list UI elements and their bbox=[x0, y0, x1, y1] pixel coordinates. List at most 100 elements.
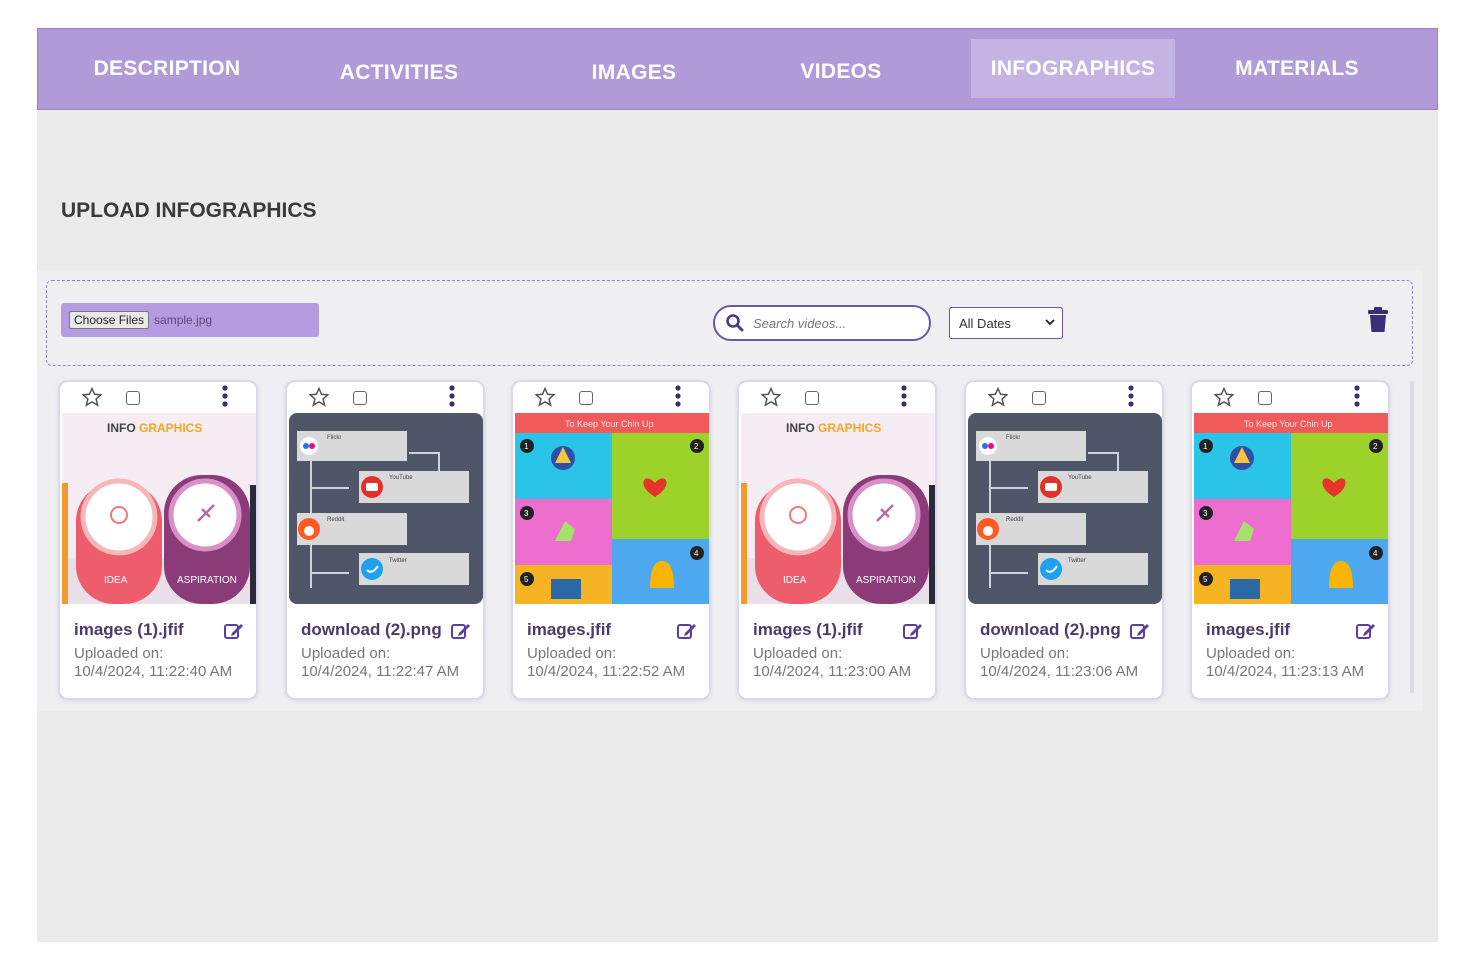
thumb-num-1: 1 bbox=[524, 442, 529, 451]
infographic-thumbnail[interactable]: 1 2 3 4 5 To Keep Your Chin Up bbox=[1194, 413, 1388, 604]
infographic-thumbnail[interactable]: Flickr YouTube Reddit Twitter bbox=[968, 413, 1162, 604]
infographic-card[interactable]: INFO GRAPHICS IDEA ASPIRATION images (1)… bbox=[737, 380, 937, 700]
uploaded-date: 10/4/2024, 11:23:13 AM bbox=[1206, 663, 1365, 680]
thumb-num-2: 2 bbox=[694, 442, 699, 451]
search-box[interactable] bbox=[713, 305, 931, 341]
file-name: images.jfif bbox=[527, 620, 612, 639]
thumb-num-5: 5 bbox=[524, 575, 529, 584]
edit-icon[interactable] bbox=[224, 622, 244, 640]
search-icon bbox=[726, 314, 744, 332]
infographic-thumbnail[interactable]: INFO GRAPHICS IDEA ASPIRATION bbox=[741, 413, 935, 604]
upload-toolbar: Choose Files sample.jpg All Dates bbox=[46, 280, 1413, 366]
thumb-num-3: 3 bbox=[524, 509, 529, 518]
thumb-left-label: IDEA bbox=[783, 575, 807, 586]
infographic-card[interactable]: INFO GRAPHICS IDEA ASPIRATION images (1)… bbox=[58, 380, 258, 700]
thumb-title-a: INFO bbox=[107, 421, 136, 435]
thumb-left-label: IDEA bbox=[104, 575, 128, 586]
uploaded-date: 10/4/2024, 11:23:06 AM bbox=[980, 663, 1139, 680]
thumb-item-flickr: Flickr bbox=[327, 435, 341, 441]
star-icon[interactable] bbox=[82, 387, 102, 407]
thumb-num-4: 4 bbox=[694, 549, 699, 558]
trash-icon[interactable] bbox=[1367, 307, 1389, 333]
file-name: images (1).jfif bbox=[74, 620, 184, 639]
thumb-title-b: GRAPHICS bbox=[818, 421, 881, 435]
infographic-card[interactable]: 1 2 3 4 5 To Keep Your Chin Up images.jf… bbox=[1190, 380, 1390, 700]
file-name: images (1).jfif bbox=[753, 620, 863, 639]
uploaded-date: 10/4/2024, 11:22:47 AM bbox=[301, 663, 460, 680]
next-card-edge bbox=[1410, 381, 1414, 693]
select-checkbox[interactable] bbox=[126, 391, 140, 405]
edit-icon[interactable] bbox=[677, 622, 697, 640]
chevron-down-icon bbox=[1045, 319, 1055, 326]
uploaded-date: 10/4/2024, 11:23:00 AM bbox=[753, 663, 912, 680]
edit-icon[interactable] bbox=[1130, 622, 1150, 640]
more-options-icon[interactable] bbox=[673, 385, 683, 407]
more-options-icon[interactable] bbox=[220, 385, 230, 407]
uploaded-label: Uploaded on: bbox=[527, 645, 617, 662]
infographic-card[interactable]: 1 2 3 4 5 To Keep Your Chin Up images.jf… bbox=[511, 380, 711, 700]
file-name: download (2).png bbox=[301, 620, 442, 639]
more-options-icon[interactable] bbox=[899, 385, 909, 407]
infographic-card[interactable]: Flickr YouTube Reddit Twitter download (… bbox=[964, 380, 1164, 700]
thumb-item-youtube: YouTube bbox=[389, 475, 413, 481]
tab-materials[interactable]: MATERIALS bbox=[1211, 39, 1383, 98]
content-area: UPLOAD INFOGRAPHICS Choose Files sample.… bbox=[37, 110, 1438, 942]
uploaded-label: Uploaded on: bbox=[1206, 645, 1296, 662]
tab-activities[interactable]: ACTIVITIES bbox=[313, 43, 485, 102]
file-name: download (2).png bbox=[980, 620, 1121, 639]
edit-icon[interactable] bbox=[903, 622, 923, 640]
more-options-icon[interactable] bbox=[1126, 385, 1136, 407]
select-checkbox[interactable] bbox=[1258, 391, 1272, 405]
thumb-item-twitter: Twitter bbox=[1068, 558, 1086, 564]
thumb-num-1: 1 bbox=[1203, 442, 1208, 451]
thumb-right-label: ASPIRATION bbox=[177, 575, 237, 586]
thumb-title-a: INFO bbox=[786, 421, 815, 435]
tab-bar: DESCRIPTION ACTIVITIES IMAGES VIDEOS INF… bbox=[37, 28, 1438, 110]
tab-description[interactable]: DESCRIPTION bbox=[81, 39, 253, 98]
more-options-icon[interactable] bbox=[447, 385, 457, 407]
star-icon[interactable] bbox=[988, 387, 1008, 407]
star-icon[interactable] bbox=[1214, 387, 1234, 407]
more-options-icon[interactable] bbox=[1352, 385, 1362, 407]
uploaded-date: 10/4/2024, 11:22:40 AM bbox=[74, 663, 233, 680]
thumb-num-5: 5 bbox=[1203, 575, 1208, 584]
tab-infographics[interactable]: INFOGRAPHICS bbox=[971, 39, 1175, 98]
infographic-thumbnail[interactable]: 1 2 3 4 5 To Keep Your Chin Up bbox=[515, 413, 709, 604]
uploaded-label: Uploaded on: bbox=[980, 645, 1070, 662]
choose-files-button[interactable]: Choose Files bbox=[69, 311, 150, 329]
select-checkbox[interactable] bbox=[579, 391, 593, 405]
uploaded-date: 10/4/2024, 11:22:52 AM bbox=[527, 663, 686, 680]
search-input[interactable] bbox=[753, 315, 913, 331]
uploaded-label: Uploaded on: bbox=[753, 645, 843, 662]
thumb-title-b: GRAPHICS bbox=[139, 421, 202, 435]
thumb-item-twitter: Twitter bbox=[389, 558, 407, 564]
edit-icon[interactable] bbox=[451, 622, 471, 640]
infographic-thumbnail[interactable]: INFO GRAPHICS IDEA ASPIRATION bbox=[62, 413, 256, 604]
tab-videos[interactable]: VIDEOS bbox=[755, 42, 927, 101]
thumb-banner: To Keep Your Chin Up bbox=[1244, 419, 1333, 429]
infographic-card[interactable]: Flickr YouTube Reddit Twitter download (… bbox=[285, 380, 485, 700]
thumb-item-reddit: Reddit bbox=[1006, 517, 1024, 523]
thumb-item-flickr: Flickr bbox=[1006, 435, 1020, 441]
star-icon[interactable] bbox=[535, 387, 555, 407]
infographic-thumbnail[interactable]: Flickr YouTube Reddit Twitter bbox=[289, 413, 483, 604]
uploaded-label: Uploaded on: bbox=[301, 645, 391, 662]
date-filter-select[interactable]: All Dates bbox=[949, 307, 1063, 339]
thumb-right-label: ASPIRATION bbox=[856, 575, 916, 586]
file-upload[interactable]: Choose Files sample.jpg bbox=[61, 303, 319, 337]
thumb-num-3: 3 bbox=[1203, 509, 1208, 518]
tab-images[interactable]: IMAGES bbox=[548, 43, 720, 102]
infographics-panel: Choose Files sample.jpg All Dates bbox=[37, 270, 1422, 711]
edit-icon[interactable] bbox=[1356, 622, 1376, 640]
star-icon[interactable] bbox=[761, 387, 781, 407]
select-checkbox[interactable] bbox=[805, 391, 819, 405]
select-checkbox[interactable] bbox=[353, 391, 367, 405]
selected-file-name: sample.jpg bbox=[154, 313, 213, 327]
thumb-item-reddit: Reddit bbox=[327, 517, 345, 523]
star-icon[interactable] bbox=[309, 387, 329, 407]
file-name: images.jfif bbox=[1206, 620, 1291, 639]
date-filter-value: All Dates bbox=[959, 315, 1012, 331]
select-checkbox[interactable] bbox=[1032, 391, 1046, 405]
section-title: UPLOAD INFOGRAPHICS bbox=[61, 199, 317, 222]
uploaded-label: Uploaded on: bbox=[74, 645, 164, 662]
